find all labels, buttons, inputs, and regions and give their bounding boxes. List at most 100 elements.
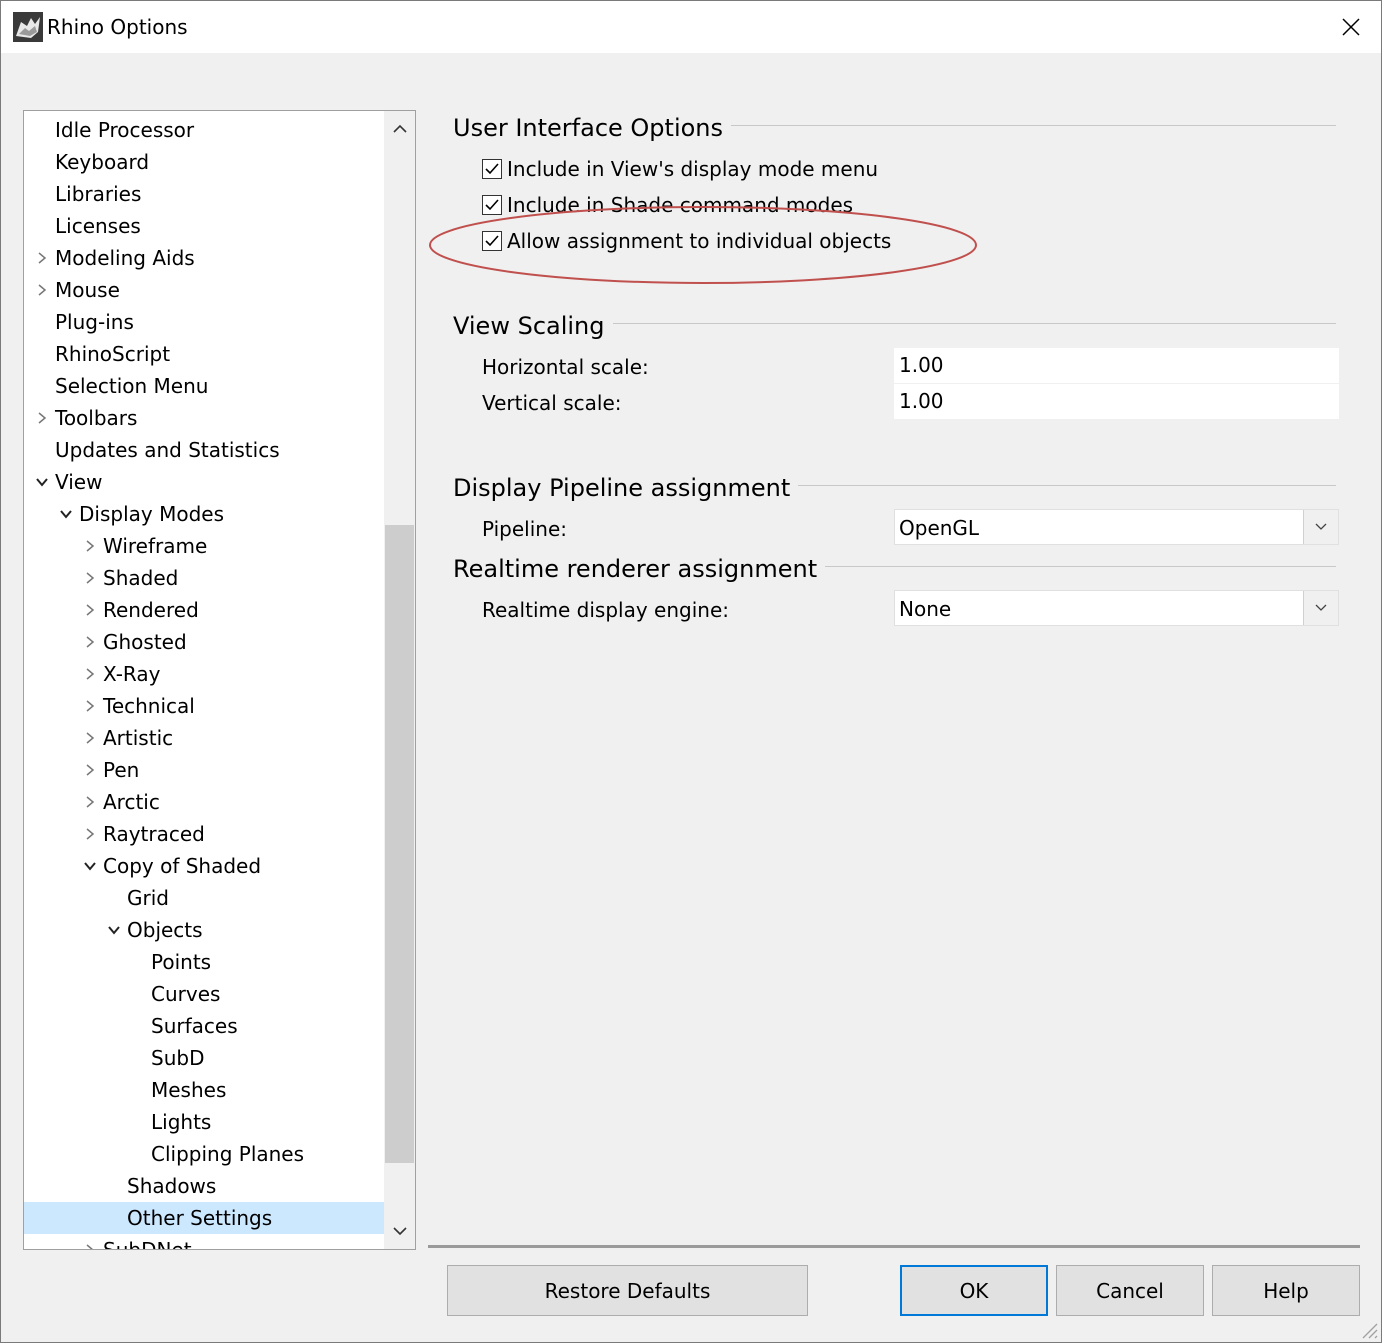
tree-item[interactable]: Mouse	[24, 274, 384, 306]
tree-item[interactable]: Lights	[24, 1106, 384, 1138]
chevron-right-icon[interactable]	[83, 699, 97, 713]
vertical-scale-input[interactable]: 1.00	[894, 384, 1339, 419]
tree-item[interactable]: Idle Processor	[24, 114, 384, 146]
tree-item[interactable]: Keyboard	[24, 146, 384, 178]
checkbox-box[interactable]	[482, 231, 502, 251]
options-tree[interactable]: Idle Processor Keyboard Libraries Licenses M…	[23, 110, 416, 1250]
tree-item[interactable]: Display Modes	[24, 498, 384, 530]
realtime-divider	[791, 566, 1336, 567]
tree-item-label: Pen	[103, 758, 140, 782]
tree-item[interactable]: Shadows	[24, 1170, 384, 1202]
chevron-right-icon[interactable]	[83, 795, 97, 809]
tree-item[interactable]: Meshes	[24, 1074, 384, 1106]
chevron-right-icon[interactable]	[35, 251, 49, 265]
tree-item[interactable]: Updates and Statistics	[24, 434, 384, 466]
chevron-down-icon[interactable]	[107, 923, 121, 937]
tree-item[interactable]: RhinoScript	[24, 338, 384, 370]
chevron-down-icon[interactable]	[59, 507, 73, 521]
realtime-dropdown-button[interactable]	[1303, 591, 1338, 625]
pipeline-divider	[769, 485, 1336, 486]
checkbox-individual-objects[interactable]: Allow assignment to individual objects	[482, 229, 891, 253]
checkbox-box[interactable]	[482, 159, 502, 179]
close-button[interactable]	[1321, 1, 1381, 53]
realtime-engine-select[interactable]: None	[894, 590, 1339, 626]
chevron-down-icon	[1315, 523, 1327, 530]
tree-item[interactable]: Arctic	[24, 786, 384, 818]
tree-item-label: Objects	[127, 918, 203, 942]
checkbox-shade-command[interactable]: Include in Shade command modes	[482, 193, 853, 217]
tree-item[interactable]: Selection Menu	[24, 370, 384, 402]
scroll-thumb[interactable]	[385, 525, 414, 1163]
chevron-right-icon[interactable]	[35, 411, 49, 425]
chevron-down-icon	[1315, 604, 1327, 611]
chevron-down-icon[interactable]	[83, 859, 97, 873]
chevron-right-icon[interactable]	[83, 731, 97, 745]
chevron-right-icon[interactable]	[35, 283, 49, 297]
tree-item[interactable]: Artistic	[24, 722, 384, 754]
chevron-right-icon[interactable]	[83, 539, 97, 553]
chevron-right-icon[interactable]	[83, 1243, 97, 1250]
chevron-right-icon[interactable]	[83, 603, 97, 617]
restore-defaults-button[interactable]: Restore Defaults	[447, 1265, 808, 1316]
tree-item[interactable]: Libraries	[24, 178, 384, 210]
tree-item[interactable]: SubD	[24, 1042, 384, 1074]
pipeline-dropdown-button[interactable]	[1303, 510, 1338, 544]
tree-item-label: Mouse	[55, 278, 120, 302]
chevron-right-icon[interactable]	[83, 571, 97, 585]
tree-item[interactable]: View	[24, 466, 384, 498]
tree-item[interactable]: Technical	[24, 690, 384, 722]
chevron-right-icon[interactable]	[83, 763, 97, 777]
tree-item[interactable]: Raytraced	[24, 818, 384, 850]
pipeline-select[interactable]: OpenGL	[894, 509, 1339, 545]
scroll-down-button[interactable]	[384, 1213, 415, 1249]
horizontal-scale-input[interactable]: 1.00	[894, 348, 1339, 383]
tree-item-label: Artistic	[103, 726, 174, 750]
tree-item[interactable]: Toolbars	[24, 402, 384, 434]
realtime-engine-value: None	[899, 597, 952, 621]
cancel-button[interactable]: Cancel	[1056, 1265, 1204, 1316]
tree-item-label: Wireframe	[103, 534, 208, 558]
tree-item[interactable]: Rendered	[24, 594, 384, 626]
help-button[interactable]: Help	[1212, 1265, 1360, 1316]
checkbox-box[interactable]	[482, 195, 502, 215]
title-bar[interactable]: Rhino Options	[1, 1, 1381, 53]
tree-item[interactable]: Curves	[24, 978, 384, 1010]
tree-item-label: Surfaces	[151, 1014, 238, 1038]
chevron-right-icon[interactable]	[83, 667, 97, 681]
tree-item[interactable]: Modeling Aids	[24, 242, 384, 274]
tree-item[interactable]: Shaded	[24, 562, 384, 594]
scroll-up-button[interactable]	[384, 111, 415, 147]
tree-item[interactable]: Licenses	[24, 210, 384, 242]
tree-list: Idle Processor Keyboard Libraries Licenses M…	[24, 114, 384, 1250]
chevron-right-icon[interactable]	[83, 827, 97, 841]
tree-item[interactable]: Pen	[24, 754, 384, 786]
tree-item-label: Modeling Aids	[55, 246, 195, 270]
chevron-down-icon[interactable]	[35, 475, 49, 489]
horizontal-scale-label: Horizontal scale:	[482, 355, 649, 379]
resize-grip-icon[interactable]	[1357, 1318, 1379, 1340]
tree-item[interactable]: Surfaces	[24, 1010, 384, 1042]
ok-button[interactable]: OK	[900, 1265, 1048, 1316]
tree-item[interactable]: Points	[24, 946, 384, 978]
tree-item-label: Shaded	[103, 566, 179, 590]
tree-item[interactable]: Clipping Planes	[24, 1138, 384, 1170]
tree-item[interactable]: Wireframe	[24, 530, 384, 562]
tree-item-label: Raytraced	[103, 822, 205, 846]
checkbox-label: Allow assignment to individual objects	[507, 229, 892, 253]
tree-item[interactable]: Other Settings	[24, 1202, 384, 1234]
chevron-up-icon	[392, 124, 407, 133]
tree-item[interactable]: SubDNet	[24, 1234, 384, 1250]
tree-item[interactable]: Grid	[24, 882, 384, 914]
tree-item[interactable]: Plug-ins	[24, 306, 384, 338]
tree-item-label: Updates and Statistics	[55, 438, 280, 462]
tree-item-label: Selection Menu	[55, 374, 209, 398]
checkbox-display-mode-menu[interactable]: Include in View's display mode menu	[482, 157, 878, 181]
tree-scrollbar[interactable]	[384, 111, 415, 1249]
tree-item-label: Rendered	[103, 598, 199, 622]
tree-item[interactable]: Ghosted	[24, 626, 384, 658]
chevron-right-icon[interactable]	[83, 635, 97, 649]
tree-item[interactable]: Copy of Shaded	[24, 850, 384, 882]
tree-item[interactable]: Objects	[24, 914, 384, 946]
tree-item[interactable]: X-Ray	[24, 658, 384, 690]
pipeline-label: Pipeline:	[482, 517, 568, 541]
